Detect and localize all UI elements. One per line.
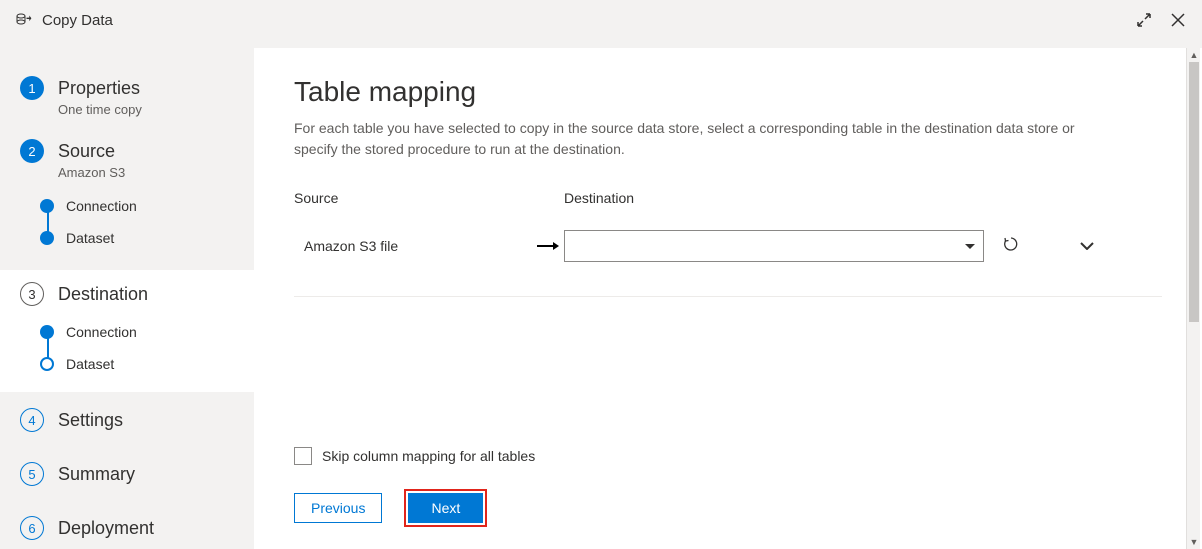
substep-source-dataset[interactable]: Dataset [40,222,254,254]
step-number-badge: 4 [20,408,44,432]
step-deployment[interactable]: 6 Deployment [0,510,254,546]
step-title: Deployment [58,518,154,539]
substeps-destination: Connection Dataset [40,316,254,380]
step-title: Destination [58,284,148,305]
chevron-down-icon[interactable] [1080,237,1094,255]
main-panel: Table mapping For each table you have se… [254,48,1202,549]
step-number-badge: 3 [20,282,44,306]
step-title: Summary [58,464,135,485]
step-destination[interactable]: 3 Destination Connection Dataset [0,270,254,392]
titlebar-controls [1136,12,1186,28]
titlebar: Copy Data [0,0,1202,40]
arrow-right-icon [534,241,564,251]
page-description: For each table you have selected to copy… [294,118,1114,160]
footer-buttons: Previous Next [294,489,1162,527]
step-title: Properties [58,78,140,99]
titlebar-left: Copy Data [16,12,113,29]
page-title: Table mapping [294,76,1162,108]
copy-data-icon [16,12,34,28]
mapping-header: Source Destination [294,190,1162,206]
substep-label: Connection [66,198,137,214]
divider [294,296,1162,297]
step-number-badge: 1 [20,76,44,100]
substep-label: Connection [66,324,137,340]
destination-dropdown[interactable] [564,230,984,262]
skip-mapping-label: Skip column mapping for all tables [322,448,535,464]
step-number-badge: 6 [20,516,44,540]
step-number-badge: 5 [20,462,44,486]
step-summary[interactable]: 5 Summary [0,456,254,492]
mapping-row: Amazon S3 file [294,216,1162,276]
substep-label: Dataset [66,230,114,246]
skip-mapping-checkbox[interactable] [294,447,312,465]
scroll-down-icon[interactable]: ▼ [1189,537,1199,547]
column-header-source: Source [294,190,564,206]
scroll-up-icon[interactable]: ▲ [1189,50,1199,60]
scrollbar[interactable]: ▲ ▼ [1186,48,1200,549]
step-number-badge: 2 [20,139,44,163]
expand-icon[interactable] [1136,12,1152,28]
substeps-source: Connection Dataset [40,190,254,254]
scroll-thumb[interactable] [1189,62,1199,322]
step-subtitle: Amazon S3 [58,165,254,180]
step-title: Source [58,141,115,162]
substep-destination-connection[interactable]: Connection [40,316,254,348]
step-source[interactable]: 2 Source Amazon S3 Connection Dataset [0,133,254,260]
step-properties[interactable]: 1 Properties One time copy [0,70,254,123]
substep-dot-icon [40,357,54,371]
wizard-sidebar: 1 Properties One time copy 2 Source Amaz… [0,40,254,549]
mapping-source-label: Amazon S3 file [294,238,534,254]
chevron-down-icon [965,237,975,255]
substep-source-connection[interactable]: Connection [40,190,254,222]
substep-label: Dataset [66,356,114,372]
step-subtitle: One time copy [58,102,254,117]
substep-dot-icon [40,199,54,213]
close-icon[interactable] [1170,12,1186,28]
step-title: Settings [58,410,123,431]
next-button[interactable]: Next [408,493,483,523]
substep-destination-dataset[interactable]: Dataset [40,348,254,380]
window-title: Copy Data [42,12,113,29]
step-settings[interactable]: 4 Settings [0,402,254,438]
substep-dot-icon [40,231,54,245]
column-header-destination: Destination [564,190,1162,206]
next-button-highlight: Next [404,489,487,527]
skip-mapping-row: Skip column mapping for all tables [294,447,1162,465]
previous-button[interactable]: Previous [294,493,382,523]
substep-dot-icon [40,325,54,339]
refresh-icon[interactable] [1002,235,1020,258]
body: 1 Properties One time copy 2 Source Amaz… [0,40,1202,549]
